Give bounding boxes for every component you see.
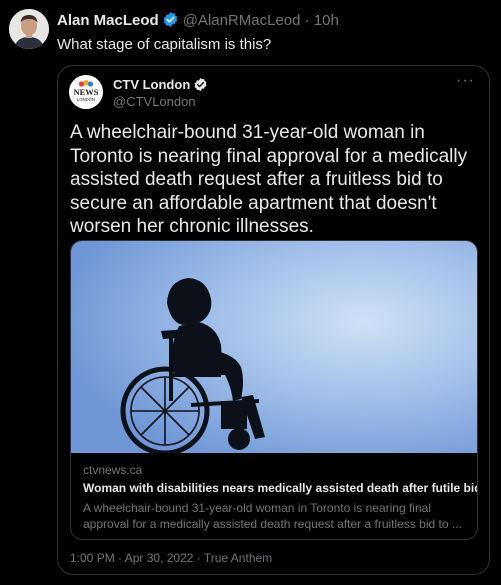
quoted-tweet-text: A wheelchair-bound 31-year-old woman in …: [70, 122, 468, 237]
verified-badge-icon: [193, 77, 208, 95]
author-name[interactable]: Alan MacLeod: [57, 12, 159, 29]
footer-separator: ·: [196, 551, 201, 565]
quoted-tweet-footer: 1:00 PM · Apr 30, 2022 · True Anthem: [70, 551, 272, 565]
quoted-author-name[interactable]: CTV London: [113, 77, 190, 92]
verified-badge-icon: [162, 11, 179, 32]
link-card-title[interactable]: Woman with disabilities nears medically …: [83, 481, 477, 495]
tweet-time[interactable]: 10h: [314, 12, 339, 29]
quoted-tweet-time[interactable]: 1:00 PM: [70, 551, 115, 565]
link-card-description: A wheelchair-bound 31-year-old woman in …: [83, 501, 462, 531]
tweet-header: Alan MacLeod @AlanRMacLeod · 10h: [57, 11, 339, 32]
more-options-icon[interactable]: ···: [456, 72, 475, 90]
author-avatar[interactable]: [9, 9, 49, 49]
link-card-image[interactable]: [71, 241, 477, 456]
tweet-text: What stage of capitalism is this?: [57, 36, 272, 53]
header-separator: ·: [304, 12, 310, 29]
link-card-domain[interactable]: ctvnews.ca: [83, 463, 142, 477]
ctv-news-logo[interactable]: NEWS LONDON: [69, 75, 103, 109]
footer-separator: ·: [118, 551, 123, 565]
link-card[interactable]: ctvnews.ca Woman with disabilities nears…: [70, 240, 478, 540]
logo-text-london: LONDON: [77, 97, 95, 102]
quoted-author-handle[interactable]: @CTVLondon: [113, 94, 196, 109]
quoted-author-row: CTV London: [113, 77, 208, 95]
quoted-tweet[interactable]: NEWS LONDON CTV London @CTVLondon ··· A …: [57, 65, 490, 575]
quoted-tweet-date[interactable]: Apr 30, 2022: [125, 551, 194, 565]
quoted-tweet-source: True Anthem: [203, 551, 273, 565]
author-handle[interactable]: @AlanRMacLeod: [183, 12, 301, 29]
logo-text-news: NEWS: [73, 87, 98, 97]
